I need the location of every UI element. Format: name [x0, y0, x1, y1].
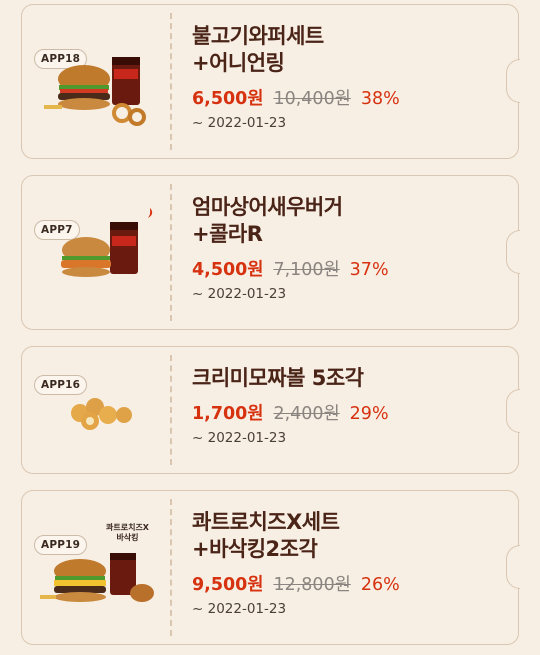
coupon-card[interactable]: APP18 불고기와퍼세트 +어니언링 6,500원 10,400원 38% ~ 2…	[21, 4, 520, 159]
price-row: 6,500원 10,400원 38%	[192, 85, 498, 109]
original-price: 7,100원	[273, 260, 340, 280]
expiry-date: ~ 2022-01-23	[192, 430, 287, 446]
coupon-info: 불고기와퍼세트 +어니언링 6,500원 10,400원 38% ~ 2022-01…	[192, 23, 498, 131]
price-row: 1,700원 2,400원 29%	[192, 400, 498, 424]
coupon-list: APP18 불고기와퍼세트 +어니언링 6,500원 10,400원 38% ~ 2…	[0, 0, 540, 655]
original-price: 10,400원	[273, 89, 351, 109]
whopper-set-onion-rings-image	[44, 57, 146, 126]
expiry-date: ~ 2022-01-23	[192, 601, 287, 617]
menu-name: 크리미모짜볼 5조각	[192, 366, 364, 390]
sale-price: 6,500원	[192, 89, 264, 109]
sale-price: 9,500원	[192, 575, 264, 595]
discount-rate: 29%	[349, 404, 389, 424]
product-tag-label: 콰트로치즈X 바삭킹	[106, 523, 149, 542]
menu-name: 엄마상어새우버거 +콜라R	[192, 195, 343, 246]
original-price: 2,400원	[273, 404, 340, 424]
discount-rate: 38%	[360, 89, 400, 109]
coupon-info: 엄마상어새우버거 +콜라R 4,500원 7,100원 37% ~ 2022-01-…	[192, 194, 498, 302]
dashed-divider	[170, 355, 172, 465]
coupon-info: 콰트로치즈X세트 +바삭킹2조각 9,500원 12,800원 26% ~ 2022…	[192, 509, 498, 617]
ticket-notch	[506, 59, 520, 103]
expiry-date: ~ 2022-01-23	[192, 286, 287, 302]
ticket-notch	[506, 545, 520, 589]
shrimp-burger-cola-image	[61, 208, 153, 277]
menu-name: 콰트로치즈X세트 +바삭킹2조각	[192, 510, 340, 561]
coupon-card[interactable]: APP16 크리미모짜볼 5조각 1,700원 2,400원 29% ~ 2022-…	[21, 346, 520, 474]
coupon-info: 크리미모짜볼 5조각 1,700원 2,400원 29% ~ 2022-01-23	[192, 365, 498, 446]
original-price: 12,800원	[273, 575, 351, 595]
quattro-cheese-set-image	[40, 553, 154, 602]
menu-name: 불고기와퍼세트 +어니언링	[192, 24, 324, 75]
dashed-divider	[170, 499, 172, 636]
dashed-divider	[170, 184, 172, 321]
ticket-notch	[506, 389, 520, 433]
expiry-date: ~ 2022-01-23	[192, 115, 287, 131]
sale-price: 1,700원	[192, 404, 264, 424]
mozzarella-balls-image	[71, 398, 132, 430]
ticket-notch	[506, 230, 520, 274]
coupon-card[interactable]: APP19 콰트로치즈X 바삭킹 콰트로치즈X세트 +바삭킹2조각 9,500원…	[21, 490, 520, 645]
discount-rate: 26%	[360, 575, 400, 595]
discount-rate: 37%	[349, 260, 389, 280]
sale-price: 4,500원	[192, 260, 264, 280]
dashed-divider	[170, 13, 172, 150]
coupon-card[interactable]: APP7 엄마상어새우버거 +콜라R 4,500원 7,100원 37% ~ 202…	[21, 175, 520, 330]
price-row: 4,500원 7,100원 37%	[192, 256, 498, 280]
price-row: 9,500원 12,800원 26%	[192, 571, 498, 595]
